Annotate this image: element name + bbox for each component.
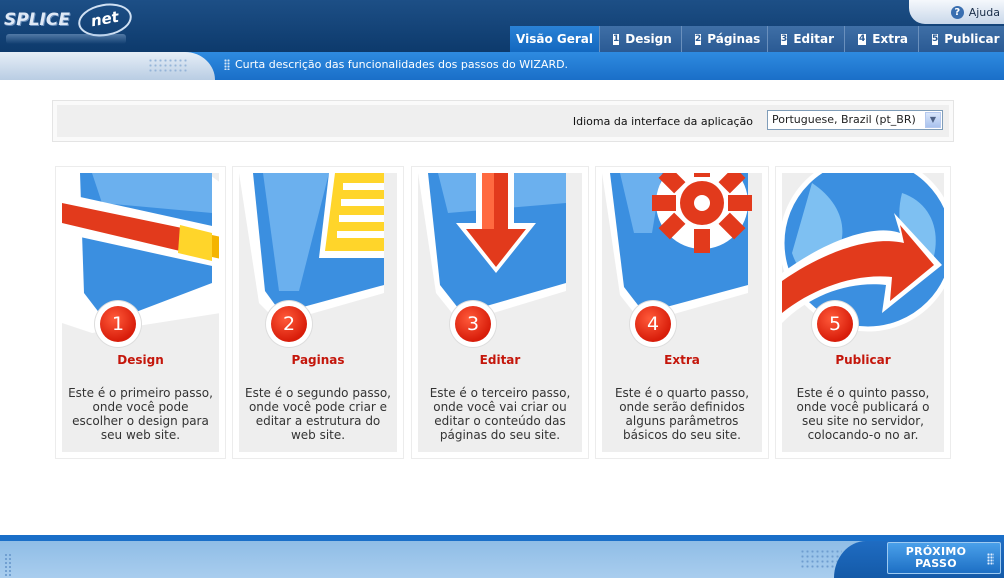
language-label: Idioma da interface da aplicação	[572, 115, 753, 128]
extra-gear-icon	[602, 173, 762, 333]
step-description: Este é o quinto passo, onde você publica…	[796, 386, 930, 442]
design-pencil-icon	[62, 173, 219, 333]
tab-extra-label: Extra	[872, 32, 908, 46]
tab-edit[interactable]: 3 Editar	[767, 26, 844, 52]
step-badge: 4	[630, 301, 676, 347]
subbar-decoration	[0, 52, 215, 80]
step-description: Este é o terceiro passo, onde você vai c…	[429, 386, 571, 442]
step-description: Este é o primeiro passo, onde você pode …	[68, 386, 213, 442]
logo-text: SPLICE	[4, 10, 70, 30]
step-card-body: 2 Paginas Este é o segundo passo, onde v…	[239, 173, 397, 452]
tab-publish[interactable]: 5 Publicar	[918, 26, 1004, 52]
step-number: 2	[271, 306, 307, 342]
tab-pages-label: Páginas	[707, 32, 761, 46]
splicenet-logo: SPLICE net	[2, 0, 135, 48]
help-link[interactable]: ? Ajuda	[950, 4, 1000, 20]
step-card-publish[interactable]: 5 Publicar Este é o quinto passo, onde v…	[775, 166, 951, 459]
tab-edit-label: Editar	[793, 32, 834, 46]
edit-arrow-icon	[418, 173, 582, 333]
step-badge: 5	[812, 301, 858, 347]
step-card-body: 4 Extra Este é o quarto passo, onde serã…	[602, 173, 762, 452]
step-number-icon: 4	[858, 33, 867, 45]
tab-overview[interactable]: Visão Geral	[510, 26, 599, 52]
step-description: Este é o segundo passo, onde você pode c…	[245, 386, 391, 442]
language-selected-value: Portuguese, Brazil (pt_BR)	[772, 113, 916, 126]
tab-design-label: Design	[625, 32, 672, 46]
step-title: Paginas	[291, 353, 345, 367]
step-number: 3	[455, 306, 491, 342]
language-panel: Idioma da interface da aplicação Portugu…	[57, 105, 949, 137]
help-label: Ajuda	[968, 5, 1000, 19]
step-card-edit[interactable]: 3 Editar Este é o terceiro passo, onde v…	[411, 166, 589, 459]
step-card-extra[interactable]: 4 Extra Este é o quarto passo, onde serã…	[595, 166, 769, 459]
step-number-icon: 5	[932, 33, 939, 45]
footer-bar: PRÓXIMO PASSO	[0, 535, 1004, 578]
step-number: 5	[817, 306, 853, 342]
grip-icon	[987, 553, 994, 565]
step-description: Este é o quarto passo, onde serão defini…	[614, 386, 750, 442]
step-number: 1	[100, 306, 136, 342]
tab-overview-label: Visão Geral	[516, 32, 593, 46]
step-title: Publicar	[835, 353, 891, 367]
description-bar: Curta descrição das funcionalidades dos …	[0, 52, 1004, 80]
step-number-icon: 1	[613, 33, 620, 45]
step-card-body: 3 Editar Este é o terceiro passo, onde v…	[418, 173, 582, 452]
logo-reflection	[6, 34, 126, 44]
wizard-description-text: Curta descrição das funcionalidades dos …	[235, 58, 569, 71]
step-title: Extra	[664, 353, 700, 367]
tab-design[interactable]: 1 Design	[599, 26, 681, 52]
step-badge: 2	[266, 301, 312, 347]
step-card-body: 1 Design Este é o primeiro passo, onde v…	[62, 173, 219, 452]
language-row: Idioma da interface da aplicação Portugu…	[52, 100, 954, 142]
pages-document-icon	[239, 173, 397, 333]
dots-pattern-icon	[4, 553, 12, 577]
step-title: Editar	[479, 353, 521, 367]
step-number-icon: 3	[781, 33, 788, 45]
tab-extra[interactable]: 4 Extra	[844, 26, 918, 52]
language-select[interactable]: Portuguese, Brazil (pt_BR) ▼	[767, 110, 943, 130]
dots-pattern-icon	[148, 58, 188, 74]
step-number-icon: 2	[695, 33, 702, 45]
grip-icon	[224, 59, 230, 70]
chevron-down-icon[interactable]: ▼	[925, 112, 941, 128]
next-step-button[interactable]: PRÓXIMO PASSO	[887, 542, 1001, 574]
wizard-description: Curta descrição das funcionalidades dos …	[224, 58, 568, 71]
publish-globe-icon	[782, 173, 944, 333]
step-number: 4	[635, 306, 671, 342]
wizard-tabs: Visão Geral 1 Design 2 Páginas 3 Editar …	[510, 26, 1004, 52]
next-step-label: PRÓXIMO PASSO	[905, 545, 967, 570]
step-card-design[interactable]: 1 Design Este é o primeiro passo, onde v…	[55, 166, 226, 459]
step-card-pages[interactable]: 2 Paginas Este é o segundo passo, onde v…	[232, 166, 404, 459]
help-icon: ?	[950, 5, 964, 19]
tab-pages[interactable]: 2 Páginas	[681, 26, 767, 52]
step-badge: 1	[95, 301, 141, 347]
step-title: Design	[117, 353, 164, 367]
tab-publish-label: Publicar	[944, 32, 1000, 46]
app-header: SPLICE net ? Ajuda Visão Geral 1 Design …	[0, 0, 1004, 80]
step-badge: 3	[450, 301, 496, 347]
step-card-body: 5 Publicar Este é o quinto passo, onde v…	[782, 173, 944, 452]
